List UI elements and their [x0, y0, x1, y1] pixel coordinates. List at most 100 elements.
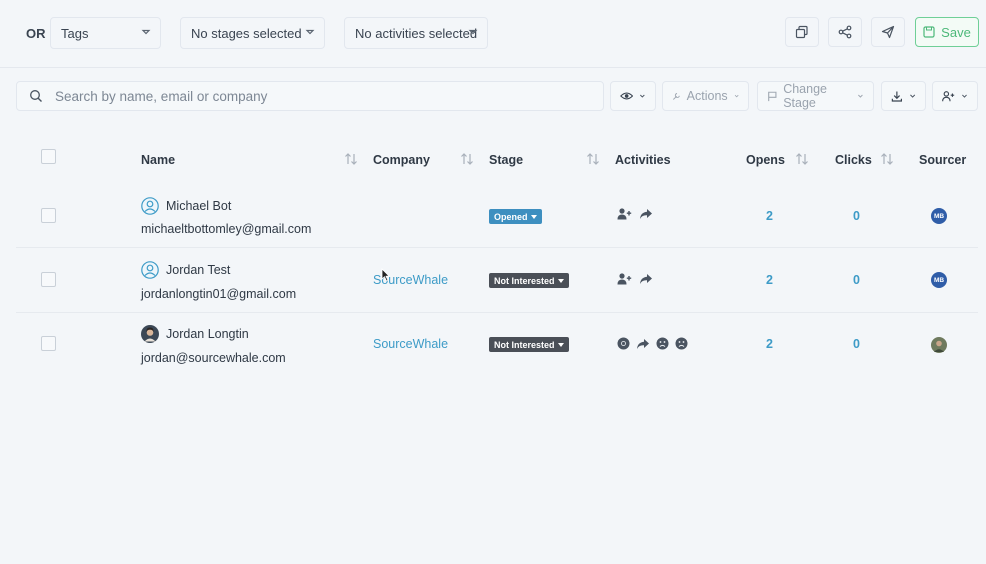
user-avatar-icon	[141, 261, 159, 279]
column-header-opens[interactable]: Opens	[746, 153, 785, 167]
caret-down-icon	[557, 278, 564, 283]
activities-cell	[617, 208, 653, 220]
opens-count[interactable]: 2	[766, 273, 773, 287]
sort-icon[interactable]	[795, 152, 809, 166]
clicks-count[interactable]: 0	[853, 337, 860, 351]
stage-label: Not Interested	[494, 339, 555, 350]
row-divider	[16, 312, 978, 313]
column-header-company[interactable]: Company	[373, 153, 430, 167]
view-toggle-button[interactable]	[610, 81, 656, 111]
chevron-down-icon	[962, 94, 967, 98]
sourcer-avatar: MB	[931, 272, 947, 288]
change-stage-dropdown[interactable]: Change Stage	[757, 81, 874, 111]
stage-label: Opened	[494, 211, 528, 222]
sort-icon[interactable]	[460, 152, 474, 166]
forward-arrow-icon[interactable]	[639, 273, 653, 285]
opens-count[interactable]: 2	[766, 209, 773, 223]
clicks-count[interactable]: 0	[853, 209, 860, 223]
opens-count[interactable]: 2	[766, 337, 773, 351]
sad-face-icon[interactable]	[675, 337, 688, 350]
sourcer-photo-avatar	[931, 337, 947, 353]
column-header-name[interactable]: Name	[141, 153, 175, 167]
user-photo-avatar	[141, 325, 159, 343]
tags-dropdown-label: Tags	[61, 25, 89, 41]
candidate-email: michaeltbottomley@gmail.com	[141, 222, 312, 236]
candidate-email: jordan@sourcewhale.com	[141, 351, 286, 365]
sourcer-avatar: MB	[931, 208, 947, 224]
add-user-icon[interactable]	[617, 273, 632, 285]
stage-badge[interactable]: Not Interested	[489, 337, 569, 352]
eye-icon	[620, 92, 634, 100]
sourcer-initials: MB	[933, 212, 945, 220]
or-label: OR	[26, 26, 46, 41]
wrench-icon	[673, 92, 680, 100]
actions-label: Actions	[686, 89, 728, 103]
candidate-name: Jordan Test	[166, 263, 231, 277]
activities-cell	[617, 273, 653, 285]
save-icon	[923, 26, 935, 38]
chevron-down-icon	[909, 94, 915, 98]
stages-dropdown-label: No stages selected	[191, 25, 302, 41]
send-button[interactable]	[871, 17, 905, 47]
activities-dropdown-label: No activities selected	[355, 25, 478, 41]
add-user-icon[interactable]	[617, 208, 632, 220]
row-checkbox[interactable]	[41, 336, 56, 351]
candidate-name: Michael Bot	[166, 199, 232, 213]
paper-plane-icon	[881, 25, 895, 39]
export-button[interactable]	[881, 81, 926, 111]
sourcer-initials: MB	[933, 276, 945, 284]
row-divider	[16, 247, 978, 248]
candidate-name: Jordan Longtin	[166, 327, 249, 341]
activities-dropdown[interactable]: No activities selected	[344, 17, 488, 49]
table-row-name[interactable]: Jordan Test	[141, 261, 230, 279]
select-all-checkbox[interactable]	[41, 149, 56, 164]
add-candidate-button[interactable]	[932, 81, 978, 111]
chrome-icon[interactable]	[617, 337, 630, 350]
flag-icon	[768, 91, 777, 101]
column-header-stage[interactable]: Stage	[489, 153, 523, 167]
share-button[interactable]	[828, 17, 862, 47]
share-icon	[838, 25, 852, 39]
chevron-down-icon	[640, 94, 645, 98]
clicks-count[interactable]: 0	[853, 273, 860, 287]
save-button[interactable]: Save	[915, 17, 979, 47]
actions-dropdown[interactable]: Actions	[662, 81, 749, 111]
sort-icon[interactable]	[586, 152, 600, 166]
stage-label: Not Interested	[494, 275, 555, 286]
caret-down-icon	[557, 342, 564, 347]
column-header-sourcer: Sourcer	[919, 153, 967, 167]
copy-button[interactable]	[785, 17, 819, 47]
sort-icon[interactable]	[344, 152, 358, 166]
company-link[interactable]: SourceWhale	[373, 337, 448, 351]
tags-dropdown[interactable]: Tags	[50, 17, 161, 49]
copy-icon	[795, 25, 808, 39]
forward-arrow-icon[interactable]	[636, 338, 650, 350]
caret-down-icon	[530, 214, 537, 219]
chevron-down-icon	[858, 94, 863, 98]
column-header-clicks[interactable]: Clicks	[835, 153, 872, 167]
search-input[interactable]: Search by name, email or company	[16, 81, 604, 111]
chevron-down-icon	[141, 29, 151, 35]
filter-bar: OR Tags No stages selected No activities…	[0, 0, 986, 68]
row-checkbox[interactable]	[41, 208, 56, 223]
row-checkbox[interactable]	[41, 272, 56, 287]
download-icon	[891, 91, 902, 102]
search-icon	[30, 90, 42, 102]
candidate-email: jordanlongtin01@gmail.com	[141, 287, 297, 301]
change-stage-label: Change Stage	[783, 82, 827, 110]
activities-cell	[617, 337, 688, 350]
chevron-down-icon	[305, 29, 315, 35]
chevron-down-icon	[734, 94, 739, 98]
add-user-icon	[942, 90, 955, 101]
table-row-name[interactable]: Michael Bot	[141, 197, 231, 215]
sort-icon[interactable]	[880, 152, 894, 166]
forward-arrow-icon[interactable]	[639, 208, 653, 220]
stage-badge[interactable]: Not Interested	[489, 273, 569, 288]
table-row-name[interactable]: Jordan Longtin	[141, 325, 249, 343]
stages-dropdown[interactable]: No stages selected	[180, 17, 325, 49]
user-avatar-icon	[141, 197, 159, 215]
column-header-activities: Activities	[615, 153, 671, 167]
sad-face-icon[interactable]	[656, 337, 669, 350]
stage-badge[interactable]: Opened	[489, 209, 542, 224]
search-placeholder: Search by name, email or company	[55, 88, 268, 104]
